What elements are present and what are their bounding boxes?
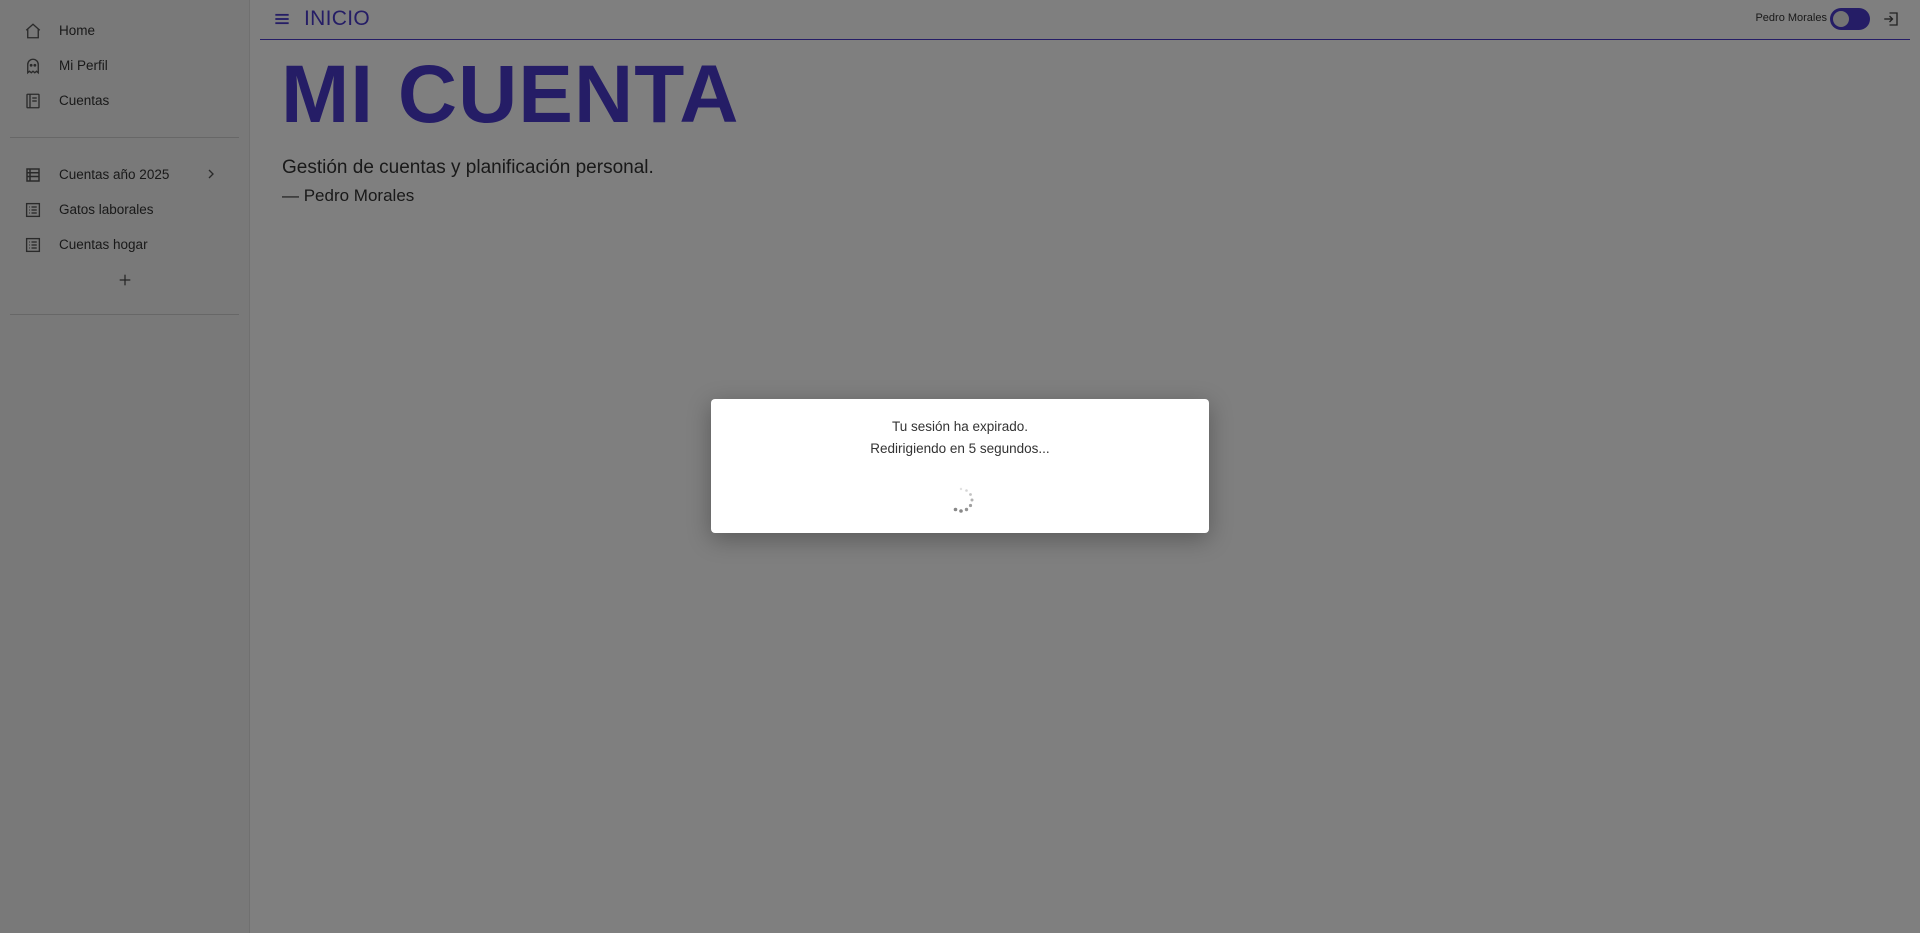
dialog-redirect-message: Redirigiendo en 5 segundos... xyxy=(870,441,1050,456)
session-expired-dialog: Tu sesión ha expirado. Redirigiendo en 5… xyxy=(711,399,1209,533)
loading-spinner-icon xyxy=(953,487,974,513)
dialog-message: Tu sesión ha expirado. xyxy=(891,419,1029,434)
